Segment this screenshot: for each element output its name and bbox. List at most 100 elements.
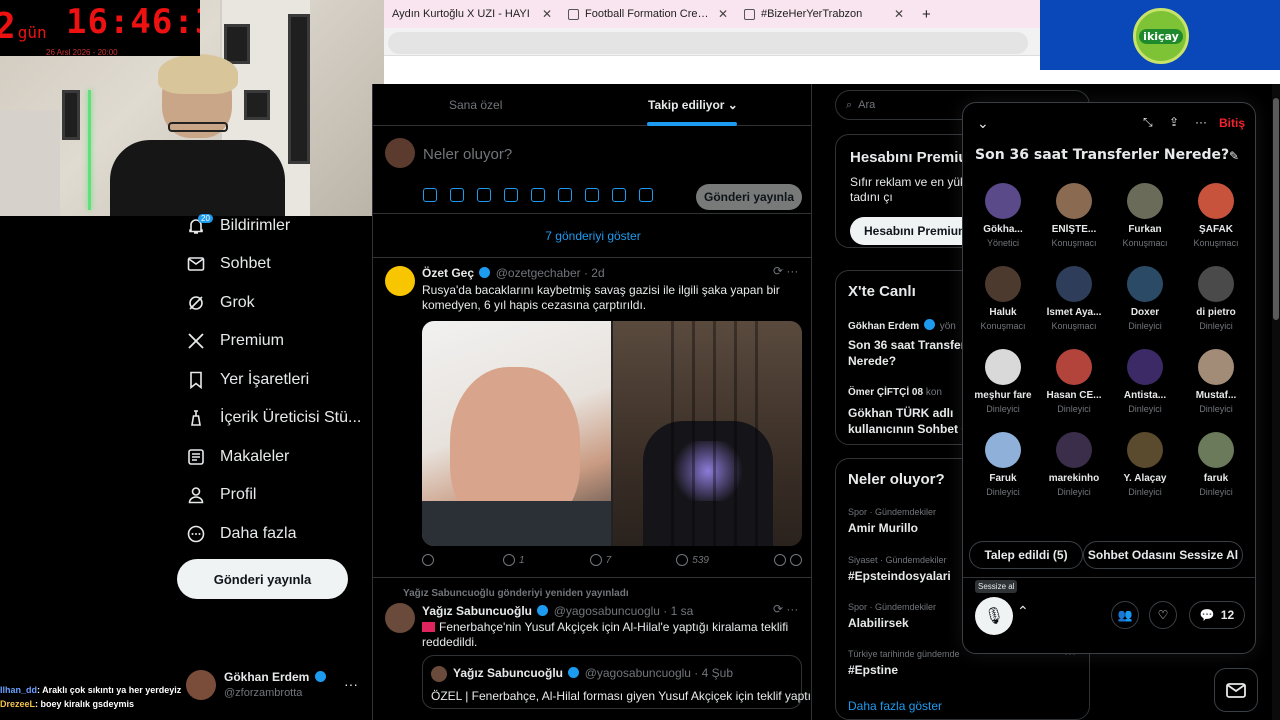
more-icon[interactable]: ⟳ ··· [773, 602, 798, 616]
sidebar-item-chat[interactable]: Sohbet [186, 254, 271, 274]
retweet-button[interactable]: 1 [503, 554, 525, 566]
mute-room-button[interactable]: Sohbet Odasını Sessize Al [1083, 541, 1243, 569]
chevron-down-icon[interactable]: ⌄ [977, 115, 989, 132]
sidebar-item-profile[interactable]: Profil [186, 485, 256, 505]
webcam-poster [224, 24, 250, 64]
minimize-icon[interactable]: ⤡ [1143, 115, 1153, 130]
close-icon[interactable]: ✕ [542, 7, 552, 21]
sidebar-item-notifications[interactable]: 20 Bildirimler [186, 214, 291, 236]
space-participant[interactable]: di pietro Dinleyici [1180, 266, 1252, 331]
end-space-button[interactable]: Bitiş [1219, 116, 1245, 130]
quote-handle: @yagosabuncuoglu · 4 Şub [584, 666, 733, 680]
bookmark-share[interactable] [774, 554, 802, 566]
chat-message: Ilhan_dd: Araklı çok sıkıntı ya her yerd… [0, 685, 200, 695]
premium-button[interactable]: Hesabını Premium [850, 217, 980, 245]
tweet-media[interactable] [422, 321, 802, 546]
sidebar-item-more[interactable]: Daha fazla [186, 524, 297, 544]
sidebar-item-bookmarks[interactable]: Yer İşaretleri [186, 370, 309, 390]
sidebar-item-label: Daha fazla [220, 525, 297, 542]
more-icon[interactable]: ⟳ ··· [773, 264, 798, 278]
browser-tab[interactable]: Aydın Kurtoğlu X UZI - HAYI ✕ [384, 0, 560, 28]
messages-fab[interactable] [1214, 668, 1258, 712]
trend-item[interactable]: Siyaset · Gündemdekiler #Epsteindosyalari [848, 555, 951, 583]
sidebar-item-premium[interactable]: Premium [186, 331, 284, 351]
sidebar-item-label: Bildirimler [220, 217, 291, 234]
quoted-tweet[interactable]: Yağız Sabuncuoğlu @yagosabuncuoglu · 4 Ş… [422, 655, 811, 709]
microphone-icon[interactable]: 🎙 [975, 597, 1013, 635]
space-participant[interactable]: Haluk Konuşmacı [967, 266, 1039, 331]
more-icon[interactable]: ··· [1195, 115, 1207, 129]
tab-for-you[interactable]: Sana özel [449, 98, 502, 112]
address-input[interactable] [388, 32, 1028, 54]
emoji-icon[interactable] [531, 188, 545, 202]
page-scrollbar[interactable] [1272, 84, 1280, 720]
close-icon[interactable]: ✕ [894, 7, 904, 21]
show-more-trends-link[interactable]: Daha fazla göster [848, 699, 942, 713]
grok-icon[interactable] [477, 188, 491, 202]
heart-plus-icon[interactable]: ♡ [1149, 601, 1177, 629]
requests-button[interactable]: Talep edildi (5) [969, 541, 1083, 569]
show-new-posts[interactable]: 7 gönderiyi göster [373, 214, 811, 258]
space-participant[interactable]: İsmet Aya... Konuşmacı [1038, 266, 1110, 331]
bold-icon[interactable] [612, 188, 626, 202]
views-button[interactable]: 539 [676, 554, 709, 566]
compose-post-button[interactable]: Gönderi yayınla [696, 184, 802, 210]
space-participant[interactable]: Y. Alaçay Dinleyici [1109, 432, 1181, 497]
scrollbar-thumb[interactable] [1273, 98, 1279, 320]
sidebar-item-articles[interactable]: Makaleler [186, 447, 289, 467]
avatar [1198, 349, 1234, 385]
schedule-icon[interactable] [558, 188, 572, 202]
new-tab-button[interactable]: + [912, 6, 941, 23]
trend-item[interactable]: Türkiye tarihinde gündemde #Epstine [848, 649, 960, 677]
share-icon[interactable]: ⇪ [1169, 115, 1179, 129]
chevron-up-icon[interactable]: ⌃ [1017, 603, 1029, 620]
reply-button[interactable] [422, 554, 438, 566]
space-participant[interactable]: Hasan CE... Dinleyici [1038, 349, 1110, 414]
space-participant[interactable]: ENİŞTE... Konuşmacı [1038, 183, 1110, 248]
trend-item[interactable]: Spor · Gündemdekiler Amir Murillo [848, 507, 936, 535]
like-button[interactable]: 7 [589, 554, 611, 566]
space-participant[interactable]: faruk Dinleyici [1180, 432, 1252, 497]
reply-icon [422, 554, 434, 566]
verified-badge-icon [314, 671, 326, 682]
space-participant[interactable]: Antista... Dinleyici [1109, 349, 1181, 414]
tweet[interactable]: Yağız Sabuncuoğlu gönderiyi yeniden yayı… [373, 579, 811, 720]
sidebar-item-creator-studio[interactable]: İçerik Üreticisi Stü... [186, 408, 361, 428]
image-icon[interactable] [423, 188, 437, 202]
space-participant[interactable]: Gökha... Yönetici [967, 183, 1039, 248]
account-switcher[interactable]: Gökhan Erdem @zforzambrotta ··· [186, 670, 366, 706]
sidebar-item-grok[interactable]: Grok [186, 293, 255, 313]
space-participant[interactable]: Faruk Dinleyici [967, 432, 1039, 497]
comments-button[interactable]: 💬 12 [1189, 601, 1245, 629]
divider [963, 577, 1255, 578]
edit-icon[interactable]: ✎ [1229, 149, 1239, 163]
chat-text: : boey kiralık gsdeymis [35, 699, 135, 709]
browser-tab[interactable]: #BizeHerYerTrabzon ✕ [736, 0, 912, 28]
participant-name: marekinho [1048, 473, 1100, 484]
close-icon[interactable]: ✕ [718, 7, 728, 21]
poll-icon[interactable] [504, 188, 518, 202]
browser-tab[interactable]: Football Formation Creator: Re ✕ [560, 0, 736, 28]
people-icon[interactable]: 👥 [1111, 601, 1139, 629]
bookmark-icon [190, 371, 202, 390]
gif-icon[interactable] [450, 188, 464, 202]
space-participant[interactable]: ŞAFAK Konuşmacı [1180, 183, 1252, 248]
space-participant[interactable]: marekinho Dinleyici [1038, 432, 1110, 497]
trend-item[interactable]: Spor · Gündemdekiler Alabilirsek [848, 602, 936, 630]
space-participant[interactable]: Doxer Dinleyici [1109, 266, 1181, 331]
sponsor-logo: ikiçay [1133, 8, 1189, 64]
compose-input[interactable]: Neler oluyor? [423, 146, 512, 163]
post-button[interactable]: Gönderi yayınla [177, 559, 348, 599]
space-participant[interactable]: Furkan Konuşmacı [1109, 183, 1181, 248]
tab-following[interactable]: Takip ediliyor ⌄ [648, 98, 738, 112]
more-icon[interactable]: ··· [344, 676, 358, 692]
participant-name: Faruk [989, 473, 1017, 484]
avatar [385, 266, 415, 296]
location-icon[interactable] [585, 188, 599, 202]
space-participant[interactable]: Mustaf... Dinleyici [1180, 349, 1252, 414]
quote-text: ÖZEL | Fenerbahçe, Al-Hilal forması giye… [431, 689, 812, 703]
space-participant[interactable]: meşhur fare Dinleyici [967, 349, 1039, 414]
tweet[interactable]: Özet Geç @ozetgechaber · 2d ⟳ ··· Rusya'… [373, 258, 811, 578]
italic-icon[interactable] [639, 188, 653, 202]
sidebar-item-label: Profil [220, 486, 257, 503]
